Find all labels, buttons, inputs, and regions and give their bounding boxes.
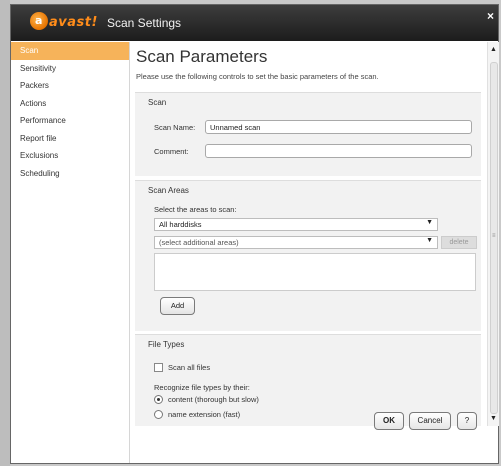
scroll-thumb[interactable]: ≡ [490, 62, 498, 414]
select-areas-label: Select the areas to scan: [154, 205, 237, 214]
brand-name: avast! [49, 15, 98, 30]
scroll-down-icon[interactable]: ▼ [490, 415, 497, 422]
sidebar-item-scheduling[interactable]: Scheduling [11, 165, 129, 183]
content-scrollbar[interactable]: ▲ ≡ ▼ [487, 42, 499, 426]
name-extension-radio[interactable] [154, 410, 163, 419]
name-extension-option-label: name extension (fast) [168, 410, 241, 419]
scan-name-field[interactable]: Unnamed scan [205, 120, 472, 134]
file-types-label: File Types [148, 340, 185, 349]
page-title: Scan Parameters [136, 47, 268, 66]
scan-group: Scan Scan Name: Unnamed scan Comment: [135, 92, 481, 176]
help-button[interactable]: ? [457, 412, 477, 430]
chevron-down-icon: ▼ [426, 219, 433, 226]
background-strip [0, 0, 10, 466]
chevron-down-icon: ▼ [426, 237, 433, 244]
sidebar-item-actions[interactable]: Actions [11, 95, 129, 113]
scan-all-files-label: Scan all files [168, 363, 211, 372]
scroll-grip-icon: ≡ [492, 233, 496, 239]
additional-areas-dropdown[interactable]: (select additional areas) ▼ [154, 236, 438, 249]
settings-sidebar: Scan Sensitivity Packers Actions Perform… [11, 42, 130, 463]
add-area-button[interactable]: Add [160, 297, 195, 315]
comment-label: Comment: [154, 147, 189, 156]
avast-logo-icon: a [30, 12, 48, 30]
comment-field[interactable] [205, 144, 472, 158]
sidebar-item-sensitivity[interactable]: Sensitivity [11, 60, 129, 78]
scan-areas-list[interactable] [154, 253, 476, 291]
content-radio[interactable] [154, 395, 163, 404]
scan-areas-group: Scan Areas Select the areas to scan: All… [135, 180, 481, 331]
scan-area-dropdown[interactable]: All harddisks ▼ [154, 218, 438, 231]
recognize-label: Recognize file types by their: [154, 383, 250, 392]
sidebar-item-scan[interactable]: Scan [11, 42, 129, 60]
scroll-up-icon[interactable]: ▲ [490, 46, 497, 53]
sidebar-item-packers[interactable]: Packers [11, 77, 129, 95]
close-icon[interactable]: × [487, 9, 494, 23]
scan-group-label: Scan [148, 98, 167, 107]
scan-settings-window: a avast! Scan Settings × Scan Sensitivit… [10, 4, 499, 464]
content-option-label: content (thorough but slow) [168, 395, 259, 404]
ok-button[interactable]: OK [374, 412, 404, 430]
title-bar: a avast! Scan Settings × [11, 5, 498, 41]
page-description: Please use the following controls to set… [136, 72, 379, 81]
sidebar-item-performance[interactable]: Performance [11, 112, 129, 130]
delete-area-button[interactable]: delete [441, 236, 477, 249]
additional-areas-placeholder: (select additional areas) [159, 238, 239, 247]
sidebar-item-report-file[interactable]: Report file [11, 130, 129, 148]
main-content: Scan Parameters Please use the following… [130, 42, 486, 426]
scan-all-files-checkbox[interactable] [154, 363, 163, 372]
window-title: Scan Settings [107, 16, 182, 30]
scan-area-value: All harddisks [159, 220, 202, 229]
scan-name-label: Scan Name: [154, 123, 196, 132]
sidebar-item-exclusions[interactable]: Exclusions [11, 147, 129, 165]
scan-areas-label: Scan Areas [148, 186, 189, 195]
cancel-button[interactable]: Cancel [409, 412, 451, 430]
